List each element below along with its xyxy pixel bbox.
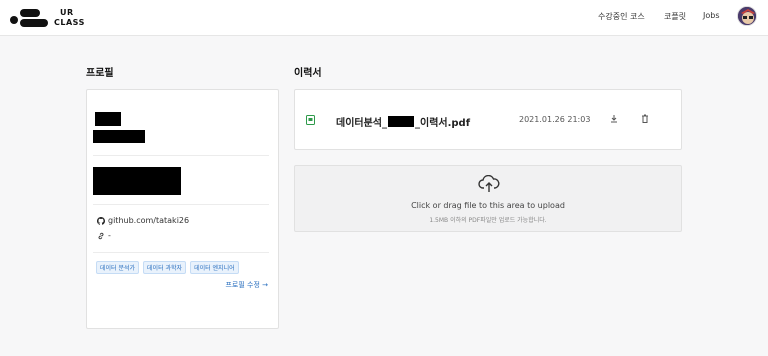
tag-data-engineer: 데이터 엔지니어 <box>190 261 239 274</box>
github-icon <box>97 216 105 225</box>
github-url: github.com/tataki26 <box>108 216 190 225</box>
nav-my-courses[interactable]: 수강중인 코스 <box>598 11 645 22</box>
redacted-name <box>95 112 121 126</box>
redacted-bio <box>93 167 181 195</box>
tag-data-scientist: 데이터 과학자 <box>143 261 187 274</box>
divider <box>93 204 269 205</box>
divider <box>93 155 269 156</box>
file-upload-date: 2021.01.26 21:03 <box>519 115 591 124</box>
nav-jobs[interactable]: Jobs <box>703 11 720 20</box>
edit-profile-link[interactable]: 프로필 수정 → <box>225 280 268 290</box>
resume-file-card: 데이터분석_ _이력서.pdf 2021.01.26 21:03 <box>294 89 682 150</box>
link-icon <box>98 232 104 239</box>
redacted-filename <box>388 116 414 127</box>
logo-mark <box>10 9 48 27</box>
profile-card: github.com/tataki26 - 데이터 분석가 데이터 과학자 데이… <box>86 89 279 329</box>
divider <box>93 252 269 253</box>
logo-text: UR CLASS <box>54 8 85 27</box>
pdf-file-icon <box>306 115 315 125</box>
tag-data-analyst: 데이터 분석가 <box>96 261 140 274</box>
urclass-logo[interactable]: UR CLASS <box>10 8 90 27</box>
nav-coplit[interactable]: 코플릿 <box>664 11 686 22</box>
trash-icon[interactable] <box>640 114 650 124</box>
upload-dropzone[interactable]: Click or drag file to this area to uploa… <box>294 165 682 232</box>
website-link[interactable]: - <box>97 231 111 240</box>
cloud-upload-icon <box>478 175 500 192</box>
resume-file-name[interactable]: 데이터분석_ _이력서.pdf <box>336 114 470 129</box>
role-tags: 데이터 분석가 데이터 과학자 데이터 엔지니어 <box>96 261 243 274</box>
resume-section-title: 이력서 <box>294 68 322 79</box>
profile-section-title: 프로필 <box>86 68 114 79</box>
avatar[interactable] <box>737 6 757 26</box>
download-icon[interactable] <box>609 114 619 124</box>
top-header: UR CLASS 수강중인 코스 코플릿 Jobs <box>0 0 768 36</box>
website-url: - <box>108 231 111 240</box>
github-link[interactable]: github.com/tataki26 <box>97 216 189 225</box>
upload-instructions: Click or drag file to this area to uploa… <box>411 201 565 210</box>
upload-size-limit: 1.5MB 이하의 PDF파일만 업로드 가능합니다. <box>429 217 547 224</box>
redacted-email <box>93 130 145 143</box>
